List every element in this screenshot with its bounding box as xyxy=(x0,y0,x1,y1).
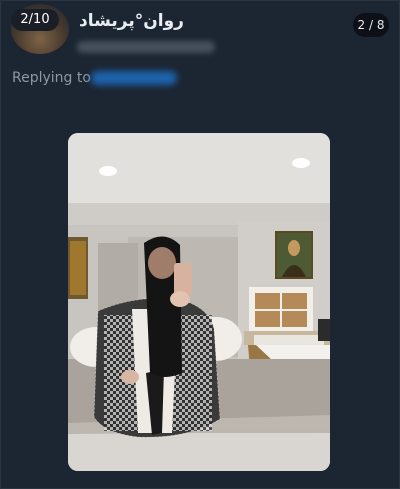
tweet-photo[interactable] xyxy=(68,133,330,471)
replying-to-label: Replying to xyxy=(12,70,91,86)
replying-to-handle-redacted[interactable] xyxy=(91,71,177,85)
tweet-screen: 2/10 روان°پریشاد 2 / 8 Replying to xyxy=(0,0,400,489)
user-handle-redacted xyxy=(77,41,215,53)
user-display-name[interactable]: روان°پریشاد xyxy=(79,11,184,31)
media-counter-badge: 2/10 xyxy=(11,9,59,31)
page-indicator: 2 / 8 xyxy=(353,13,389,37)
photo-illustration xyxy=(68,133,330,471)
